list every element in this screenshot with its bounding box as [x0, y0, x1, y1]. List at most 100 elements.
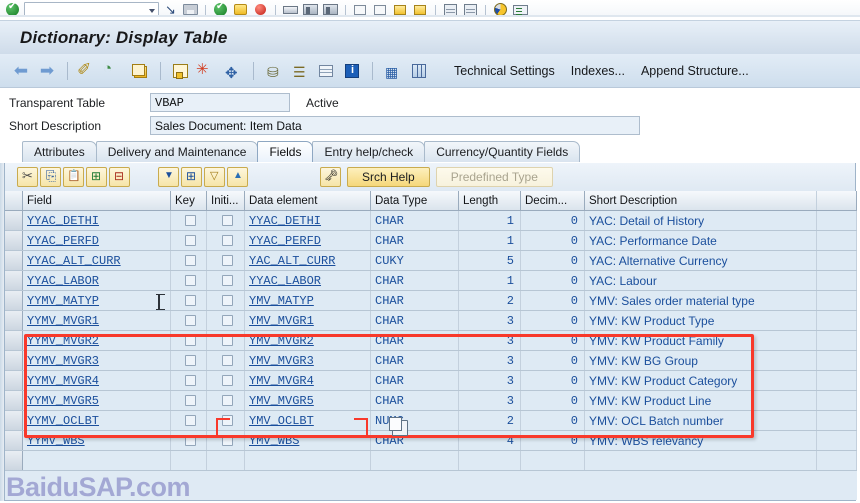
cell-decimals[interactable]: 0 — [521, 271, 585, 290]
key-checkbox[interactable] — [185, 295, 196, 306]
cell-length[interactable]: 3 — [459, 311, 521, 330]
cell-description[interactable]: YMV: WBS relevancy — [585, 431, 817, 450]
cell-field[interactable]: YYAC_LABOR — [23, 271, 171, 290]
sort-up-icon[interactable] — [227, 167, 248, 187]
filter-down-icon[interactable] — [158, 167, 179, 187]
table-display-icon[interactable] — [315, 60, 337, 82]
cell-data-element[interactable]: YMV_MVGR5 — [245, 391, 371, 410]
cell-description[interactable]: YMV: KW Product Family — [585, 331, 817, 350]
cell-decimals[interactable]: 0 — [521, 331, 585, 350]
table-row[interactable]: YYAC_PERFD YYAC_PERFD CHAR 1 0 YAC: Performan… — [5, 231, 857, 251]
column-header-field[interactable]: Field — [23, 191, 171, 210]
initial-checkbox-cell[interactable] — [207, 371, 245, 390]
cell-data-type[interactable]: CHAR — [371, 391, 459, 410]
column-header-short-description[interactable]: Short Description — [585, 191, 817, 210]
cell-data-element[interactable]: YMV_MVGR1 — [245, 311, 371, 330]
cell-decimals[interactable]: 0 — [521, 211, 585, 230]
key-checkbox-cell[interactable] — [171, 291, 207, 310]
forward-arrow-icon[interactable]: ➡ — [36, 60, 58, 82]
table-row[interactable]: YYAC_DETHI YYAC_DETHI CHAR 1 0 YAC: Detail of… — [5, 211, 857, 231]
key-checkbox-cell[interactable] — [171, 391, 207, 410]
cell-decimals[interactable]: 0 — [521, 251, 585, 270]
row-selector[interactable] — [5, 231, 23, 250]
column-header-length[interactable]: Length — [459, 191, 521, 210]
cell-length[interactable] — [459, 451, 521, 470]
key-checkbox[interactable] — [185, 435, 196, 446]
row-selector[interactable] — [5, 331, 23, 350]
cell-description[interactable]: YMV: KW Product Type — [585, 311, 817, 330]
cell-data-element[interactable]: YMV_WBS — [245, 431, 371, 450]
short-description-field[interactable]: Sales Document: Item Data — [150, 116, 640, 135]
append-structure-button[interactable]: Append Structure... — [635, 62, 755, 80]
initial-checkbox-cell[interactable] — [207, 211, 245, 230]
key-checkbox-cell[interactable] — [171, 271, 207, 290]
initial-checkbox[interactable] — [222, 315, 233, 326]
cell-description[interactable]: YMV: OCL Batch number — [585, 411, 817, 430]
key-checkbox-cell[interactable] — [171, 371, 207, 390]
initial-checkbox[interactable] — [222, 375, 233, 386]
cell-data-element[interactable]: YMV_MVGR2 — [245, 331, 371, 350]
initial-checkbox[interactable] — [222, 235, 233, 246]
cell-field[interactable]: YYMV_WBS — [23, 431, 171, 450]
cell-decimals[interactable]: 0 — [521, 391, 585, 410]
back-arrow-icon[interactable]: ⬅ — [10, 60, 32, 82]
cell-field[interactable]: YYAC_DETHI — [23, 211, 171, 230]
initial-checkbox[interactable] — [222, 435, 233, 446]
technical-settings-button[interactable]: Technical Settings — [448, 62, 561, 80]
row-selector[interactable] — [5, 451, 23, 470]
cell-data-type[interactable]: CHAR — [371, 371, 459, 390]
cell-data-type[interactable]: CHAR — [371, 211, 459, 230]
cell-data-element[interactable]: YMV_MVGR4 — [245, 371, 371, 390]
cell-field[interactable]: YYAC_ALT_CURR — [23, 251, 171, 270]
table-row[interactable]: YYMV_MVGR5 YMV_MVGR5 CHAR 3 0 YMV: KW Product… — [5, 391, 857, 411]
key-checkbox[interactable] — [185, 315, 196, 326]
cell-length[interactable]: 4 — [459, 431, 521, 450]
cell-field[interactable]: YYMV_MVGR2 — [23, 331, 171, 350]
cell-field[interactable]: YYMV_MVGR4 — [23, 371, 171, 390]
key-checkbox[interactable] — [185, 355, 196, 366]
row-selector[interactable] — [5, 411, 23, 430]
initial-checkbox[interactable] — [222, 295, 233, 306]
initial-checkbox-cell[interactable] — [207, 411, 245, 430]
cell-data-type[interactable]: CHAR — [371, 291, 459, 310]
row-selector[interactable] — [5, 431, 23, 450]
cell-data-type[interactable] — [371, 451, 459, 470]
cell-length[interactable]: 3 — [459, 371, 521, 390]
cell-length[interactable]: 2 — [459, 411, 521, 430]
cell-description[interactable]: YMV: KW BG Group — [585, 351, 817, 370]
cell-length[interactable]: 1 — [459, 211, 521, 230]
cut-scissors-icon[interactable] — [17, 167, 38, 187]
cell-data-element[interactable]: YMV_MVGR3 — [245, 351, 371, 370]
key-checkbox[interactable] — [185, 235, 196, 246]
cell-data-type[interactable]: CUKY — [371, 251, 459, 270]
cell-decimals[interactable]: 0 — [521, 371, 585, 390]
key-checkbox[interactable] — [185, 275, 196, 286]
column-header-decimals[interactable]: Decim... — [521, 191, 585, 210]
cell-decimals[interactable]: 0 — [521, 291, 585, 310]
cell-data-element[interactable]: YYAC_DETHI — [245, 211, 371, 230]
column-header-data-element[interactable]: Data element — [245, 191, 371, 210]
cell-decimals[interactable]: 0 — [521, 431, 585, 450]
cell-field[interactable]: YYMV_MVGR5 — [23, 391, 171, 410]
cell-description[interactable]: YAC: Labour — [585, 271, 817, 290]
paste-icon[interactable] — [63, 167, 84, 187]
delete-row-icon[interactable] — [109, 167, 130, 187]
cell-decimals[interactable]: 0 — [521, 231, 585, 250]
key-checkbox-cell[interactable] — [171, 331, 207, 350]
row-selector[interactable] — [5, 311, 23, 330]
cell-length[interactable]: 1 — [459, 231, 521, 250]
table-row[interactable] — [5, 451, 857, 471]
hierarchy-icon[interactable] — [263, 60, 285, 82]
cell-decimals[interactable]: 0 — [521, 351, 585, 370]
copy-icon[interactable] — [40, 167, 61, 187]
key-checkbox-cell[interactable] — [171, 351, 207, 370]
key-checkbox-cell[interactable] — [171, 431, 207, 450]
table-row[interactable]: YYMV_WBS YMV_WBS CHAR 4 0 YMV: WBS relevancy — [5, 431, 857, 451]
row-selector[interactable] — [5, 251, 23, 270]
tab-entry-help-check[interactable]: Entry help/check — [312, 141, 426, 162]
key-checkbox-cell[interactable] — [171, 311, 207, 330]
initial-checkbox[interactable] — [222, 275, 233, 286]
cell-description[interactable]: YAC: Performance Date — [585, 231, 817, 250]
key-checkbox[interactable] — [185, 335, 196, 346]
initial-checkbox-cell[interactable] — [207, 231, 245, 250]
